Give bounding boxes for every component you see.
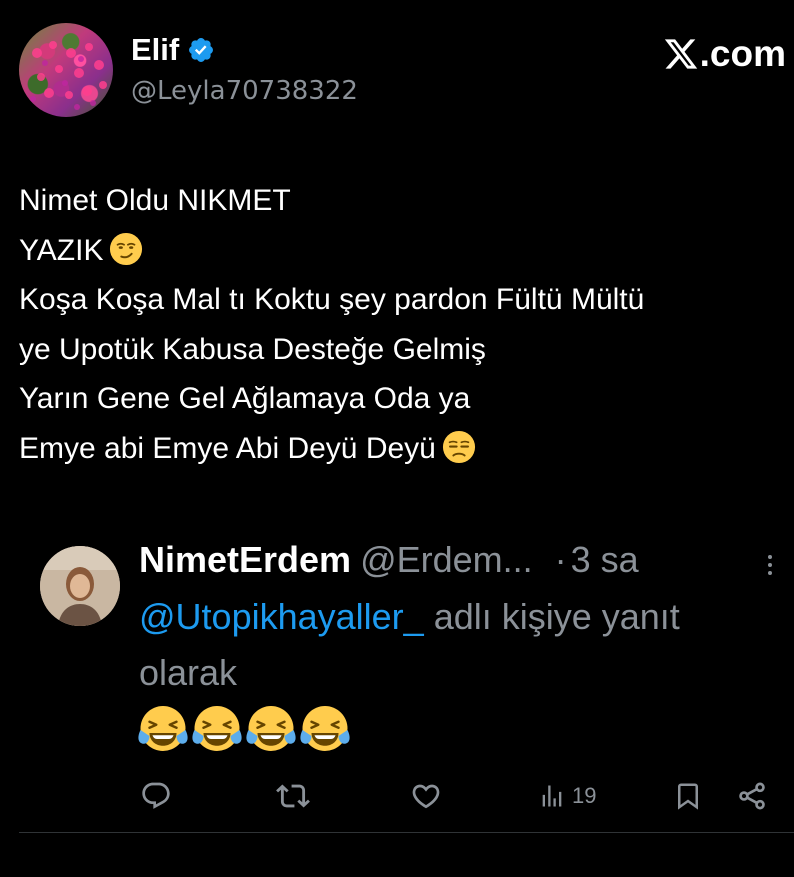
retweet-button[interactable] — [276, 773, 310, 819]
reply-timestamp[interactable]: 3 sa — [571, 539, 639, 581]
face-with-tears-of-joy-icon — [246, 706, 296, 751]
reply-author-avatar[interactable] — [40, 546, 120, 626]
more-options-icon[interactable] — [763, 553, 777, 577]
tweet-line: Emye abi Emye Abi Deyü Deyü — [19, 431, 436, 465]
retweet-icon — [276, 784, 310, 808]
reply-display-name[interactable]: NimetErdem — [139, 539, 351, 581]
tweet-line: Nimet Oldu NIKMET — [19, 184, 291, 217]
author-name-row: Elif — [131, 32, 215, 68]
face-with-tears-of-joy-icon — [300, 706, 350, 751]
tweet-line: Yarın Gene Gel Ağlamaya Oda ya — [19, 382, 471, 415]
face-with-tears-of-joy-icon — [138, 706, 188, 751]
views-count: 19 — [572, 783, 597, 808]
like-button[interactable] — [410, 773, 442, 819]
comment-icon — [142, 782, 170, 809]
bookmark-icon — [678, 783, 698, 810]
author-avatar[interactable] — [19, 23, 113, 117]
brand-domain-text: .com — [699, 33, 786, 74]
unamused-face-icon — [442, 430, 475, 463]
bottom-divider — [19, 832, 794, 833]
face-with-tears-of-joy-icon — [192, 706, 242, 751]
verified-badge-icon — [189, 38, 214, 62]
bookmark-button[interactable] — [673, 773, 703, 819]
reply-handle[interactable]: @Erdem... — [360, 539, 533, 581]
reply-emoji-row — [136, 703, 352, 757]
tweet-line: YAZIK — [19, 233, 104, 267]
reply-context: @Utopikhayaller_ adlı kişiye yanıt olara… — [139, 589, 759, 701]
tweet-line-with-emoji: Emye abi Emye Abi Deyü Deyü — [19, 424, 789, 474]
author-handle[interactable]: @Leyla70738322 — [131, 76, 358, 106]
author-display-name[interactable]: Elif — [131, 32, 179, 68]
mention-link[interactable]: @Utopikhayaller_ — [139, 596, 424, 637]
heart-icon — [412, 784, 440, 809]
tweet-line: Koşa Koşa Mal tı Koktu şey pardon Fültü … — [19, 283, 645, 316]
tweet-line-with-emoji: YAZIK — [19, 226, 789, 276]
views-chart-icon — [542, 785, 562, 807]
reply-separator-dot: · — [554, 539, 567, 580]
share-icon — [739, 782, 765, 810]
tweet-line: ye Upotük Kabusa Desteğe Gelmiş — [19, 332, 486, 366]
views-button[interactable]: 19 — [538, 773, 596, 819]
smirking-face-icon — [110, 232, 143, 265]
x-brand-watermark: .com — [663, 33, 786, 75]
reply-avatar-portrait — [40, 546, 120, 626]
x-logo-icon — [664, 39, 697, 69]
share-button[interactable] — [736, 773, 768, 819]
reply-button[interactable] — [140, 773, 172, 819]
reply-header: NimetErdem @Erdem... · 3 sa — [139, 539, 639, 581]
tweet-text: Nimet Oldu NIKMET YAZIK Koşa Koşa Mal tı… — [19, 176, 789, 473]
avatar-flowers-image — [30, 41, 107, 110]
tweet-action-bar: 19 — [0, 773, 794, 819]
